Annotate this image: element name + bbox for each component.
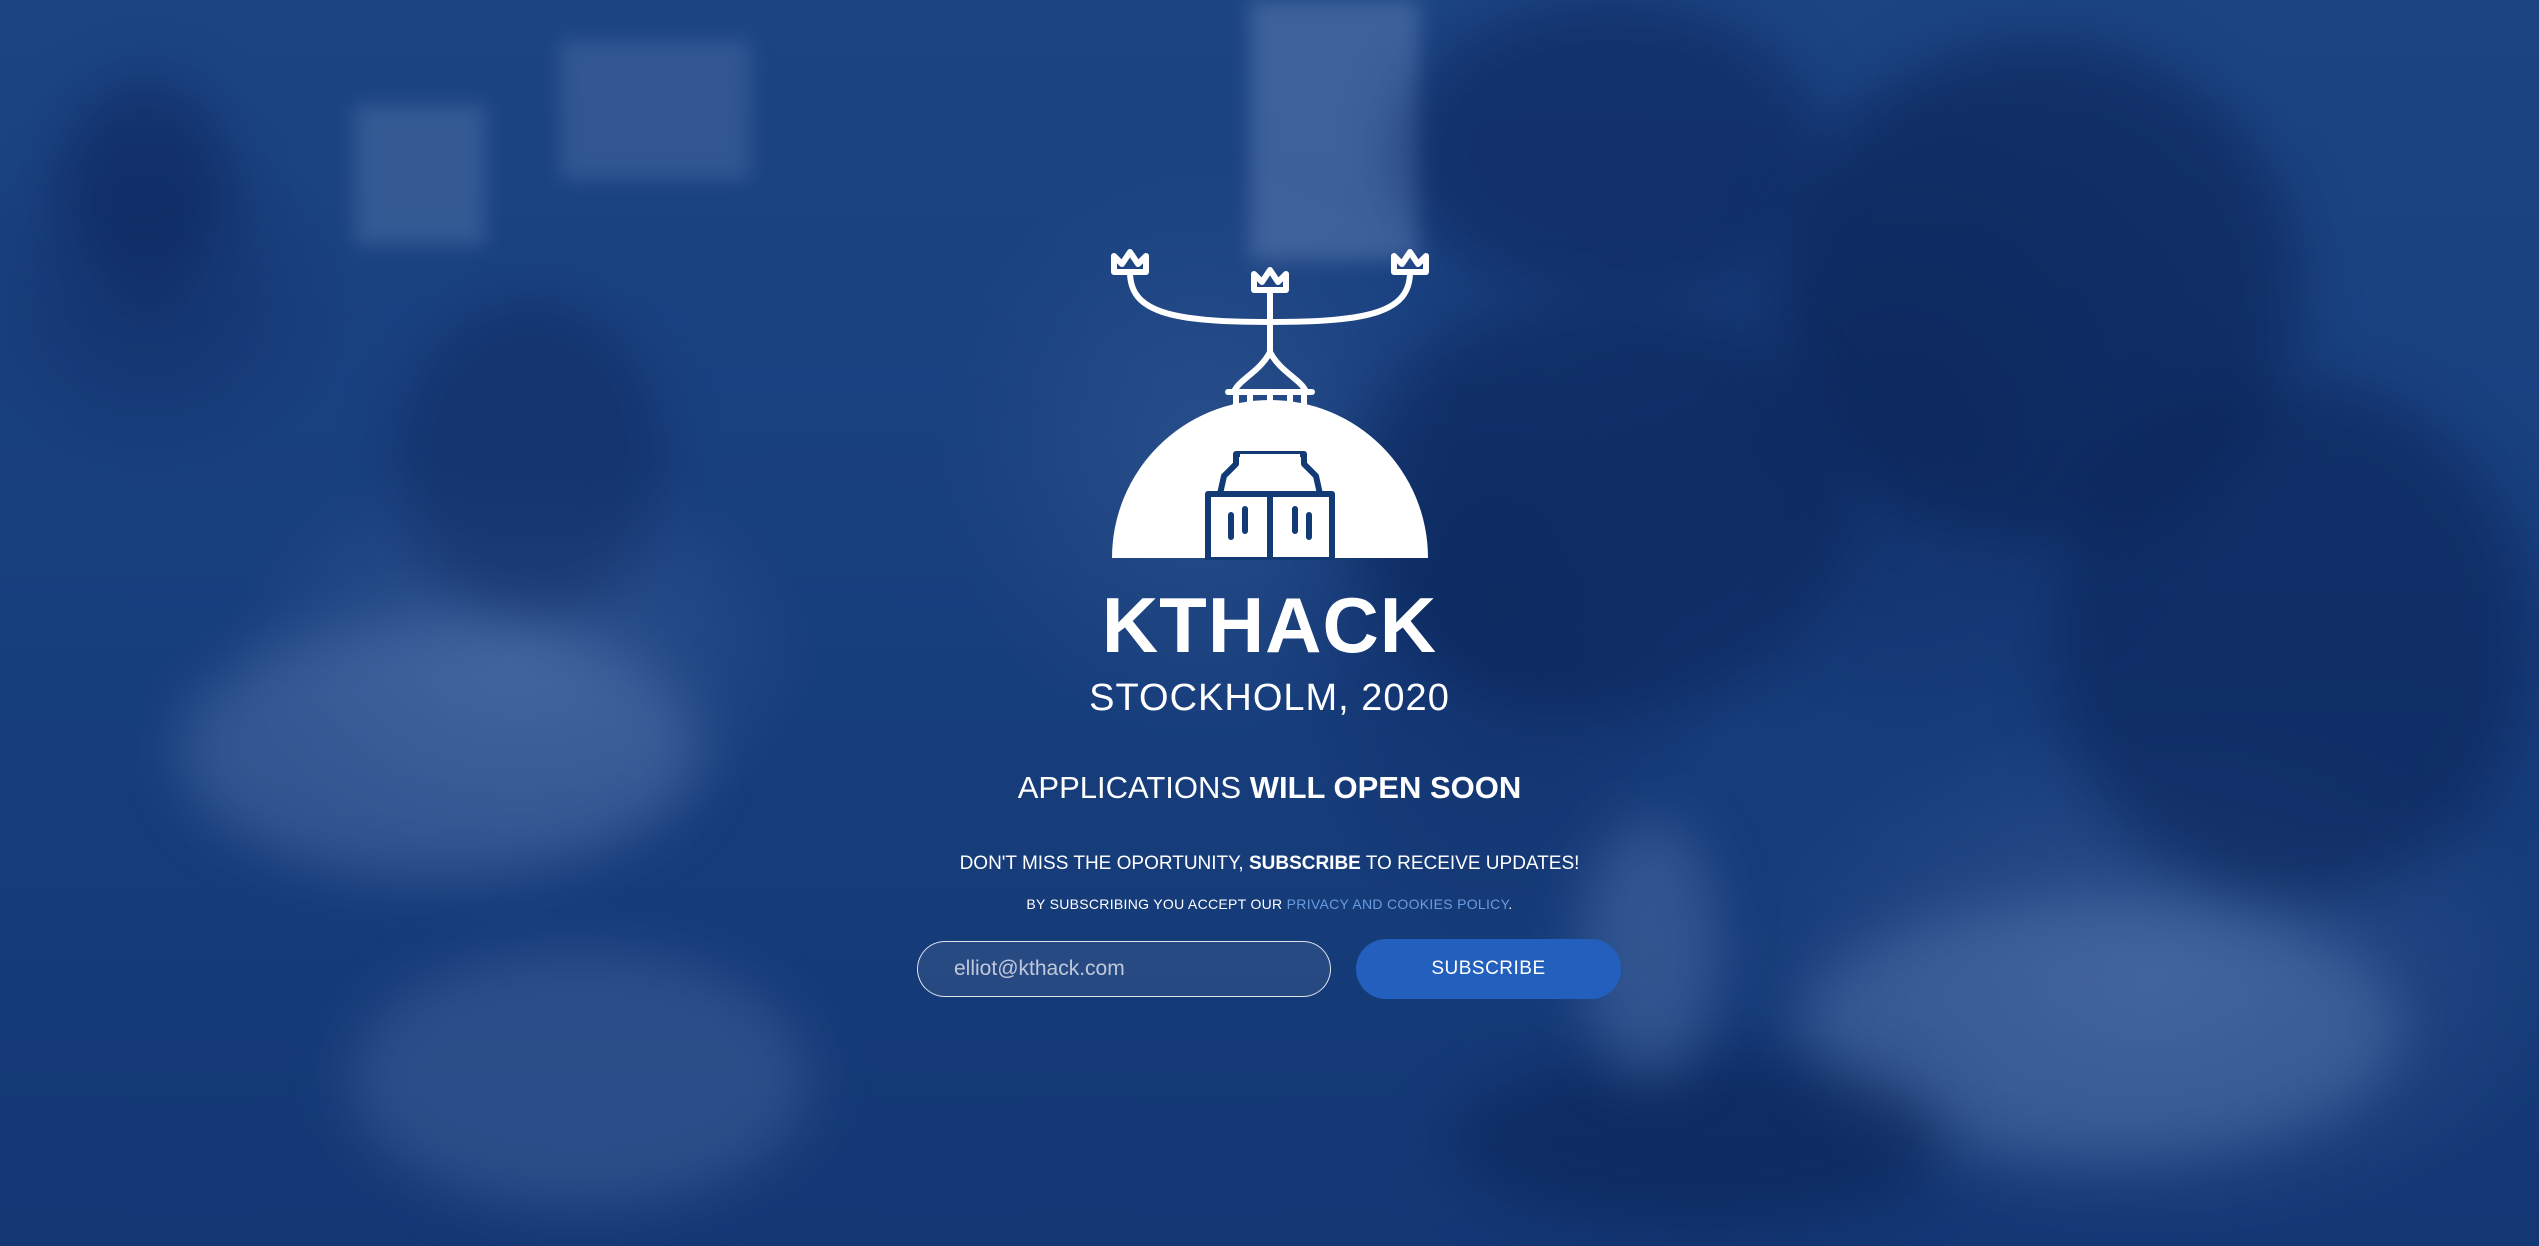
applications-status-emphasis: WILL OPEN SOON	[1249, 770, 1522, 805]
privacy-policy-link[interactable]: PRIVACY AND COOKIES POLICY	[1287, 896, 1509, 912]
email-field[interactable]	[917, 941, 1331, 997]
applications-status-prefix: APPLICATIONS	[1017, 770, 1250, 805]
event-location-year: STOCKHOLM, 2020	[1089, 677, 1450, 719]
subscribe-button[interactable]: SUBSCRIBE	[1356, 939, 1621, 999]
stockholm-city-hall-tower-icon	[1111, 249, 1429, 560]
subscribe-promo: DON'T MISS THE OPORTUNITY, SUBSCRIBE TO …	[0, 850, 2539, 878]
consent-notice: BY SUBSCRIBING YOU ACCEPT OUR PRIVACY AN…	[0, 893, 2539, 915]
event-title: KTHACK	[1101, 581, 1438, 669]
promo-emphasis: SUBSCRIBE	[1248, 853, 1361, 874]
promo-after: TO RECEIVE UPDATES!	[1360, 853, 1580, 874]
landing-page: KTHACK STOCKHOLM, 2020 APPLICATIONS WILL…	[0, 0, 2539, 1246]
consent-before: BY SUBSCRIBING YOU ACCEPT OUR	[1026, 896, 1287, 912]
promo-before: DON'T MISS THE OPORTUNITY,	[959, 853, 1249, 874]
hero: KTHACK STOCKHOLM, 2020 APPLICATIONS WILL…	[0, 0, 2539, 1246]
applications-status: APPLICATIONS WILL OPEN SOON	[0, 766, 2539, 810]
consent-after: .	[1508, 896, 1513, 912]
